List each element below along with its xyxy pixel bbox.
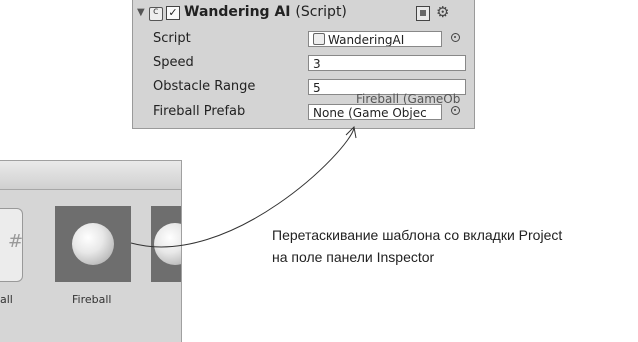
field-row-script: Script WanderingAI xyxy=(133,30,474,50)
component-header[interactable]: ▼ ✓ Wandering AI (Script) ⚙ xyxy=(133,3,474,24)
script-icon: # xyxy=(8,231,24,252)
component-title-suffix: (Script) xyxy=(295,4,347,20)
sphere-icon xyxy=(154,223,181,265)
caption-line: на поле панели Inspector xyxy=(272,249,435,265)
speed-input[interactable]: 3 xyxy=(308,55,466,71)
object-picker-icon[interactable] xyxy=(451,106,460,115)
asset-label: Fireball xyxy=(72,293,112,306)
object-picker-icon[interactable] xyxy=(451,33,460,42)
book-icon[interactable] xyxy=(416,6,430,21)
field-label: Speed xyxy=(153,55,194,70)
field-label: Fireball Prefab xyxy=(153,104,246,119)
field-label: Script xyxy=(153,31,191,46)
script-icon xyxy=(149,6,163,21)
script-field[interactable]: WanderingAI xyxy=(308,31,442,47)
caption: Перетаскивание шаблона со вкладки Projec… xyxy=(272,224,638,268)
field-row-speed: Speed 3 xyxy=(133,54,474,74)
foldout-arrow-icon[interactable]: ▼ xyxy=(137,7,145,18)
asset-tile-partial-right[interactable] xyxy=(151,206,181,282)
asset-tile-partial[interactable]: # xyxy=(0,208,23,282)
fireball-asset-tile[interactable] xyxy=(55,206,131,282)
component-title: Wandering AI (Script) xyxy=(184,4,347,20)
field-row-fireball-prefab: Fireball Prefab None (Game Objec xyxy=(133,103,474,123)
sphere-icon xyxy=(72,223,114,265)
project-toolbar xyxy=(0,161,181,190)
field-label: Obstacle Range xyxy=(153,79,256,94)
script-icon xyxy=(313,33,325,45)
asset-label: all xyxy=(0,293,13,306)
fireball-prefab-field[interactable]: None (Game Objec xyxy=(308,104,442,120)
gear-icon[interactable]: ⚙ xyxy=(436,3,449,21)
caption-line: Перетаскивание шаблона со вкладки Projec… xyxy=(272,227,563,243)
project-panel: # all Fireball xyxy=(0,160,182,342)
enabled-checkbox[interactable]: ✓ xyxy=(166,6,180,20)
inspector-panel: ▼ ✓ Wandering AI (Script) ⚙ Script Wande… xyxy=(132,0,475,129)
